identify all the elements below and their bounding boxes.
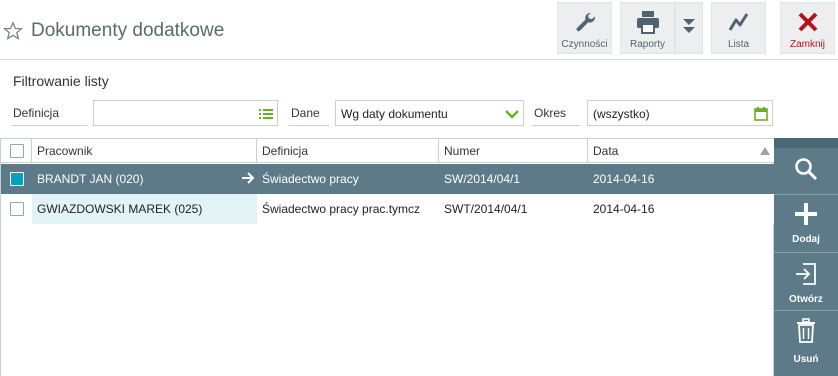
double-chevron-down-icon — [683, 19, 695, 33]
usun-label: Usuń — [793, 354, 819, 365]
select-all-cell — [1, 139, 32, 163]
header-divider — [0, 59, 838, 60]
row-checkbox[interactable] — [10, 202, 24, 216]
documents-table: Pracownik Definicja Numer Data BRANDT JA… — [0, 138, 774, 376]
header: Dokumenty dodatkowe Czynności Raporty Li… — [0, 0, 838, 60]
cell-definicja: Świadectwo pracy prac.tymcz — [262, 202, 421, 216]
czynnosci-button[interactable]: Czynności — [557, 2, 612, 54]
definicja-label: Definicja — [11, 100, 87, 126]
calendar-icon[interactable] — [754, 107, 768, 121]
table-row[interactable]: GWIAZDOWSKI MAREK (025) Świadectwo pracy… — [1, 194, 774, 224]
czynnosci-label: Czynności — [561, 39, 608, 50]
column-header-numer[interactable]: Numer — [439, 139, 588, 163]
column-header-data[interactable]: Data — [588, 139, 774, 163]
definicja-field[interactable] — [93, 100, 278, 126]
column-header-data-label: Data — [593, 144, 619, 158]
otworz-label: Otwórz — [789, 294, 823, 305]
cell-data: 2014-04-16 — [593, 202, 655, 216]
open-icon — [796, 263, 816, 285]
okres-field[interactable]: (wszystko) — [587, 100, 773, 126]
raporty-button[interactable]: Raporty — [620, 2, 675, 54]
table-header: Pracownik Definicja Numer Data — [1, 139, 774, 163]
list-icon[interactable] — [259, 107, 273, 121]
search-button[interactable] — [774, 148, 838, 194]
sort-ascending-icon — [760, 147, 770, 155]
arrow-right-icon — [242, 172, 255, 184]
filter-title: Filtrowanie listy — [13, 73, 109, 89]
raporty-more-button[interactable] — [675, 2, 703, 54]
search-icon — [795, 158, 818, 181]
select-all-checkbox[interactable] — [10, 144, 24, 158]
otworz-button[interactable]: Otwórz — [774, 252, 838, 310]
cell-numer: SW/2014/04/1 — [444, 172, 521, 186]
cell-definicja: Świadectwo pracy — [262, 172, 359, 186]
trash-icon — [797, 318, 815, 343]
row-checkbox[interactable] — [10, 172, 24, 186]
printer-icon — [636, 11, 659, 34]
zamknij-button[interactable]: Zamknij — [780, 2, 835, 54]
usun-button[interactable]: Usuń — [774, 310, 838, 376]
column-header-pracownik[interactable]: Pracownik — [32, 139, 257, 163]
wrench-icon — [576, 12, 595, 32]
dodaj-label: Dodaj — [792, 234, 820, 245]
table-row[interactable]: BRANDT JAN (020) Świadectwo pracy SW/201… — [1, 164, 774, 194]
okres-label: Okres — [532, 100, 580, 126]
lista-label: Lista — [727, 39, 750, 50]
cell-numer: SWT/2014/04/1 — [444, 202, 528, 216]
dane-select[interactable]: Wg daty dokumentu — [335, 100, 524, 126]
zamknij-label: Zamknij — [789, 39, 825, 50]
lista-button[interactable]: Lista — [711, 2, 766, 54]
cell-data: 2014-04-16 — [593, 172, 655, 186]
row-checkbox-cell — [1, 164, 32, 194]
dodaj-button[interactable]: Dodaj — [774, 194, 838, 252]
star-icon[interactable] — [2, 20, 24, 42]
raporty-label: Raporty — [629, 39, 665, 50]
close-icon — [798, 12, 817, 32]
okres-value: (wszystko) — [593, 107, 650, 121]
dane-label: Dane — [289, 100, 329, 126]
chevron-down-icon — [505, 110, 519, 119]
app-window: Dokumenty dodatkowe Czynności Raporty Li… — [0, 0, 838, 376]
dane-value: Wg daty dokumentu — [341, 107, 448, 121]
action-sidebar: Dodaj Otwórz Usuń — [774, 138, 838, 376]
sidebar-top-bar — [774, 138, 838, 148]
chart-icon — [728, 13, 748, 31]
cell-pracownik: BRANDT JAN (020) — [37, 172, 144, 186]
row-checkbox-cell — [1, 194, 32, 224]
plus-icon — [795, 203, 817, 225]
page-title: Dokumenty dodatkowe — [31, 20, 225, 41]
column-header-definicja[interactable]: Definicja — [257, 139, 439, 163]
cell-pracownik: GWIAZDOWSKI MAREK (025) — [32, 194, 257, 224]
